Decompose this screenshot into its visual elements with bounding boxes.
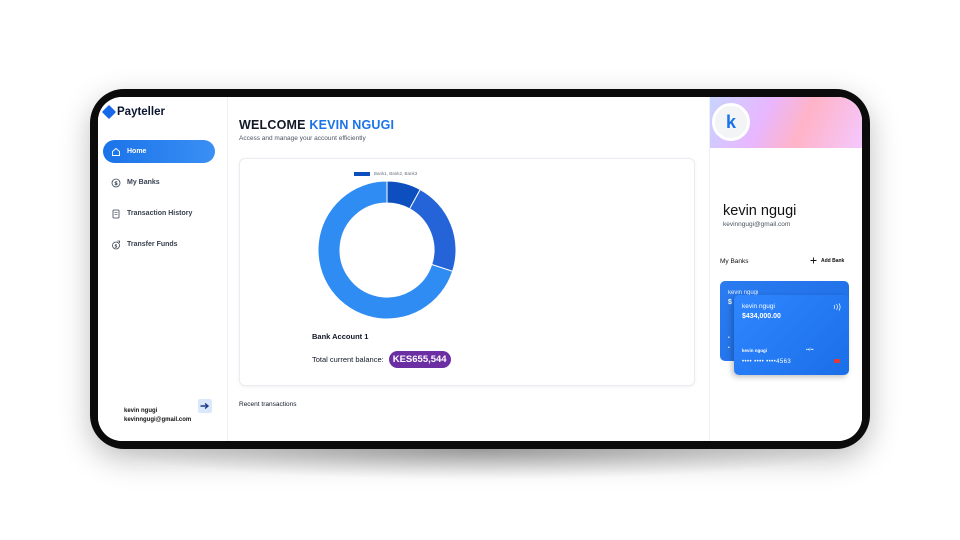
page-subtitle: Access and manage your account efficient… bbox=[239, 135, 366, 142]
footer-user-email: kevinngugi@gmail.com bbox=[124, 417, 192, 423]
card-balance: $434,000.00 bbox=[742, 313, 781, 320]
add-bank-button[interactable]: Add Bank bbox=[810, 257, 844, 264]
card-brand-icon bbox=[834, 359, 840, 363]
sidebar-item-label: Home bbox=[127, 148, 147, 155]
card-holder-name: kevin ngugi bbox=[742, 348, 768, 353]
card-bank-name: kevin ngugi bbox=[742, 303, 775, 310]
legend-label: Bank1, Bank2, Bank3 bbox=[374, 171, 418, 176]
card-expiry: ••/•• bbox=[806, 347, 814, 352]
account-name: Bank Account 1 bbox=[312, 332, 369, 341]
sidebar-item-home[interactable]: Home bbox=[103, 140, 215, 163]
logo-icon bbox=[101, 104, 117, 120]
sidebar-item-label: Transaction History bbox=[127, 210, 193, 217]
welcome-name: KEVIN NGUGI bbox=[309, 118, 395, 132]
donut-slice-bank2[interactable] bbox=[408, 188, 457, 272]
brand-logo[interactable]: Payteller bbox=[101, 104, 165, 120]
logout-button[interactable] bbox=[198, 399, 212, 413]
page-title: WELCOME KEVIN NGUGI bbox=[239, 118, 394, 132]
recent-transactions-heading: Recent transactions bbox=[239, 401, 297, 408]
home-icon bbox=[111, 147, 121, 157]
sidebar: Payteller Home $ My Banks Transaction Hi… bbox=[98, 97, 228, 441]
profile-name: kevin ngugi bbox=[723, 203, 797, 219]
welcome-prefix: WELCOME bbox=[239, 118, 306, 132]
footer-user-name: kevin ngugi bbox=[124, 408, 158, 414]
transfer-icon: $ bbox=[111, 240, 121, 250]
brand-name: Payteller bbox=[117, 106, 165, 118]
balance-value: KES655,544 bbox=[388, 351, 451, 368]
add-bank-label: Add Bank bbox=[821, 257, 845, 264]
dollar-icon: $ bbox=[111, 178, 121, 188]
back-card-holder: • bbox=[728, 335, 730, 341]
sidebar-item-my-banks[interactable]: $ My Banks bbox=[103, 171, 215, 194]
svg-text:$: $ bbox=[114, 181, 118, 187]
back-card-number: • bbox=[728, 345, 730, 351]
arrow-right-icon bbox=[200, 402, 210, 410]
plus-icon bbox=[810, 257, 817, 264]
svg-text:$: $ bbox=[114, 243, 117, 249]
card-number: •••• •••• ••••4563 bbox=[742, 359, 792, 365]
balance-row: Total current balance: KES655,544 bbox=[312, 351, 451, 368]
profile-panel: k kevin ngugi kevinngugi@gmail.com My Ba… bbox=[709, 97, 862, 441]
chart-legend[interactable]: Bank1, Bank2, Bank3 bbox=[354, 171, 417, 176]
bank-card-front[interactable]: kevin ngugi $434,000.00 kevin ngugi ••/•… bbox=[734, 295, 849, 375]
receipt-icon bbox=[111, 209, 121, 219]
main-content: WELCOME KEVIN NGUGI Access and manage yo… bbox=[228, 97, 709, 441]
sidebar-item-label: Transfer Funds bbox=[127, 241, 178, 248]
sidebar-item-transaction-history[interactable]: Transaction History bbox=[103, 202, 215, 225]
legend-swatch bbox=[354, 171, 370, 176]
back-card-amount: $ bbox=[728, 299, 732, 306]
sidebar-item-transfer-funds[interactable]: $ Transfer Funds bbox=[103, 233, 215, 256]
contactless-icon bbox=[833, 303, 841, 311]
profile-email: kevinngugi@gmail.com bbox=[723, 221, 791, 228]
sidebar-footer-user: kevin ngugi kevinngugi@gmail.com bbox=[124, 407, 191, 425]
my-banks-heading: My Banks bbox=[720, 258, 749, 265]
sidebar-nav: Home $ My Banks Transaction History $ Tr… bbox=[103, 140, 215, 264]
balance-card: Bank1, Bank2, Bank3 Bank Account 1 Total… bbox=[239, 158, 695, 386]
sidebar-item-label: My Banks bbox=[127, 179, 160, 186]
balance-label: Total current balance: bbox=[312, 355, 384, 364]
avatar[interactable]: k bbox=[712, 103, 750, 141]
app-screen: Payteller Home $ My Banks Transaction Hi… bbox=[98, 97, 862, 441]
donut-chart bbox=[317, 180, 457, 320]
